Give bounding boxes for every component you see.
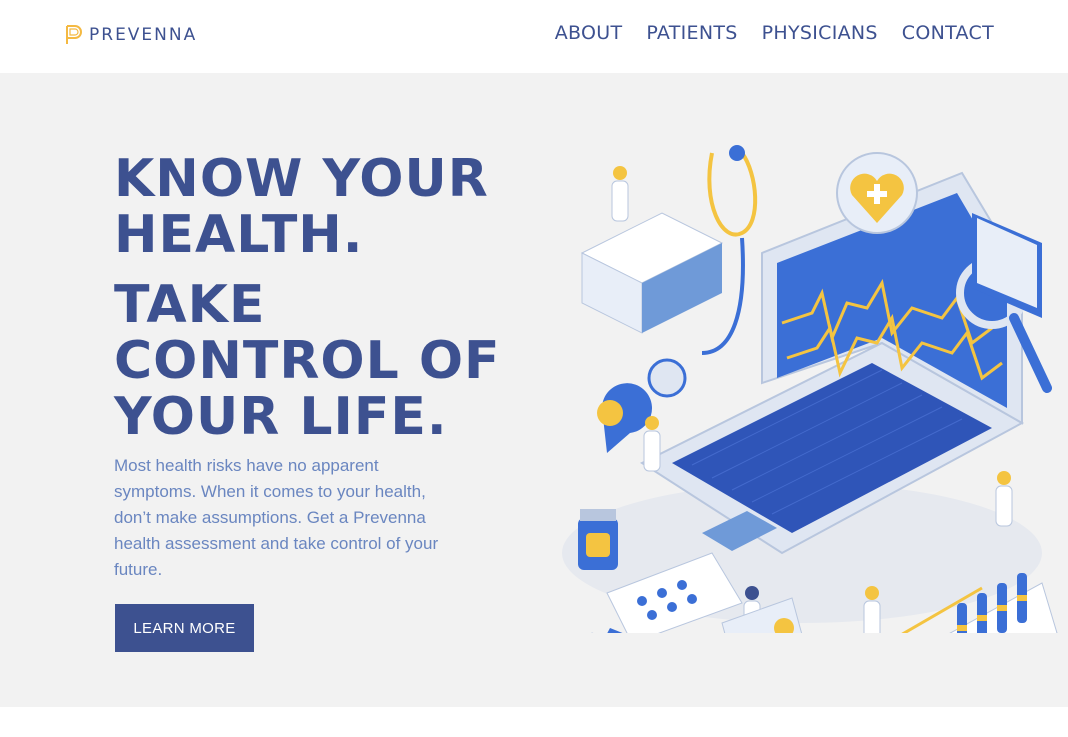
headline-take-control: TAKE CONTROL OF YOUR LIFE. <box>114 277 501 445</box>
site-header: PREVENNA ABOUT PATIENTS PHYSICIANS CONTA… <box>0 0 1068 73</box>
logo[interactable]: PREVENNA <box>65 24 197 46</box>
headline-know-your-health: KNOW YOUR HEALTH. <box>114 151 489 263</box>
headline-line: KNOW YOUR <box>114 149 489 209</box>
nav-patients[interactable]: PATIENTS <box>646 22 737 44</box>
main-nav: ABOUT PATIENTS PHYSICIANS CONTACT <box>555 22 994 44</box>
hero-section: KNOW YOUR HEALTH. TAKE CONTROL OF YOUR L… <box>0 73 1068 707</box>
nav-physicians[interactable]: PHYSICIANS <box>762 22 878 44</box>
nav-about[interactable]: ABOUT <box>555 22 623 44</box>
medical-laptop-illustration <box>562 145 1058 633</box>
logo-mark-icon <box>66 25 82 44</box>
headline-line: CONTROL OF <box>114 331 501 391</box>
logo-text: PREVENNA <box>89 25 198 45</box>
headline-line: HEALTH. <box>114 205 364 265</box>
hero-body-text: Most health risks have no apparent sympt… <box>114 456 439 579</box>
learn-more-button[interactable]: LEARN MORE <box>115 604 254 652</box>
nav-contact[interactable]: CONTACT <box>902 22 994 44</box>
headline-line: TAKE <box>114 275 266 335</box>
headline-line: YOUR LIFE. <box>114 387 448 447</box>
